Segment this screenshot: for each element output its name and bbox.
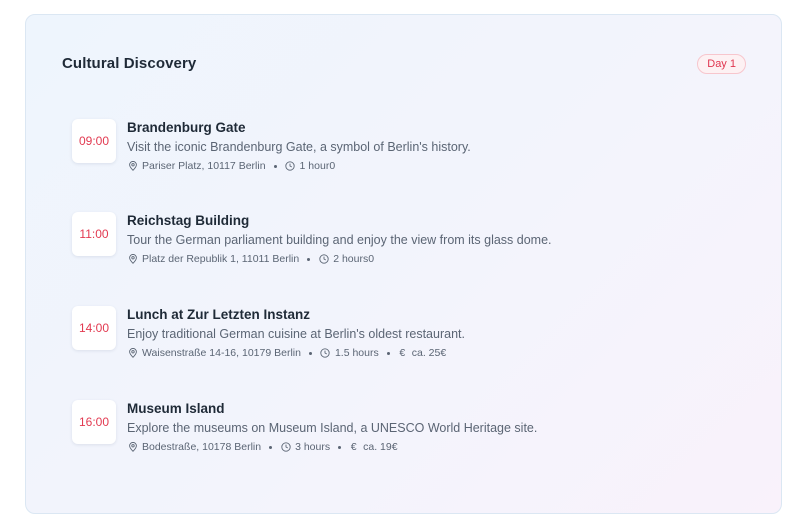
activity-name: Reichstag Building — [127, 213, 250, 228]
activity-meta: Bodestraße, 10178 Berlin 3 hours € ca. 1… — [127, 440, 537, 454]
time-badge: 14:00 — [72, 306, 116, 350]
activity-description: Tour the German parliament building and … — [127, 233, 552, 247]
meta-separator — [307, 257, 311, 261]
map-pin-icon — [127, 254, 138, 265]
item-body: Reichstag Building Tour the German parli… — [127, 212, 552, 266]
itinerary-item[interactable]: 11:00 Reichstag Building Tour the German… — [72, 212, 732, 274]
activity-description: Enjoy traditional German cuisine at Berl… — [127, 327, 465, 341]
meta-separator — [386, 351, 390, 355]
map-pin-icon — [127, 161, 138, 172]
activity-meta: Pariser Platz, 10117 Berlin 1 hour0 — [127, 159, 471, 173]
clock-icon — [318, 254, 329, 265]
activity-duration: 1 hour0 — [299, 160, 336, 172]
time-badge: 09:00 — [72, 119, 116, 163]
euro-icon: € — [350, 441, 357, 453]
activity-address: Bodestraße, 10178 Berlin — [142, 441, 262, 453]
activity-name: Museum Island — [127, 401, 225, 416]
map-pin-icon — [127, 348, 138, 359]
meta-separator — [338, 445, 342, 449]
activity-price: ca. 19€ — [363, 441, 398, 453]
day-badge: Day 1 — [697, 54, 746, 74]
activity-description: Visit the iconic Brandenburg Gate, a sym… — [127, 140, 471, 154]
activity-address: Waisenstraße 14-16, 10179 Berlin — [142, 347, 301, 359]
clock-icon — [285, 161, 296, 172]
activity-duration: 2 hours0 — [333, 253, 375, 265]
clock-icon — [280, 442, 291, 453]
activity-address: Pariser Platz, 10117 Berlin — [142, 160, 266, 172]
map-pin-icon — [127, 442, 138, 453]
item-body: Museum Island Explore the museums on Mus… — [127, 400, 537, 454]
section-title: Cultural Discovery — [62, 55, 197, 72]
itinerary-item[interactable]: 14:00 Lunch at Zur Letzten Instanz Enjoy… — [72, 306, 732, 368]
itinerary-item[interactable]: 16:00 Museum Island Explore the museums … — [72, 400, 732, 462]
item-body: Brandenburg Gate Visit the iconic Brande… — [127, 119, 471, 173]
item-body: Lunch at Zur Letzten Instanz Enjoy tradi… — [127, 306, 465, 360]
activity-meta: Waisenstraße 14-16, 10179 Berlin 1.5 hou… — [127, 346, 465, 360]
meta-separator — [269, 445, 273, 449]
activity-address: Platz der Republik 1, 11011 Berlin — [142, 253, 300, 265]
activity-price: ca. 25€ — [411, 347, 447, 359]
activity-duration: 1.5 hours — [334, 347, 379, 359]
time-badge: 11:00 — [72, 212, 116, 256]
meta-separator — [273, 164, 277, 168]
activity-name: Lunch at Zur Letzten Instanz — [127, 307, 311, 322]
meta-separator — [308, 351, 312, 355]
activity-meta: Platz der Republik 1, 11011 Berlin 2 hou… — [127, 252, 552, 266]
itinerary-card: Cultural Discovery Day 1 09:00 Brandenbu… — [25, 14, 782, 514]
itinerary-item[interactable]: 09:00 Brandenburg Gate Visit the iconic … — [72, 119, 732, 181]
activity-duration: 3 hours — [295, 441, 331, 453]
activity-name: Brandenburg Gate — [127, 120, 246, 135]
activity-description: Explore the museums on Museum Island, a … — [127, 421, 538, 435]
time-badge: 16:00 — [72, 400, 116, 444]
clock-icon — [320, 348, 331, 359]
euro-icon: € — [399, 347, 406, 359]
